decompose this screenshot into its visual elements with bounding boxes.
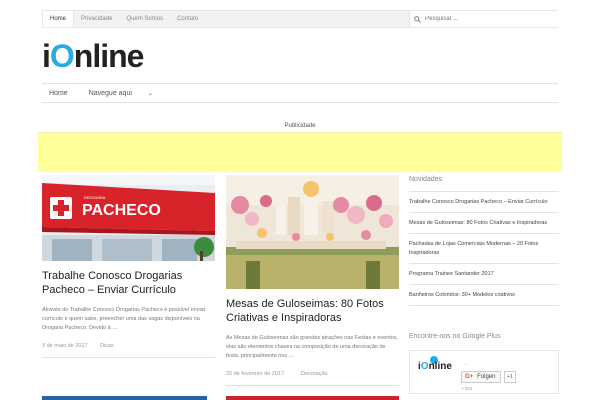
google-plus-title: Encontre-nos no Google Plus xyxy=(409,333,501,340)
main-nav-home[interactable]: Home xyxy=(42,90,75,97)
badge-logo[interactable]: iOnline xyxy=(418,361,452,372)
candy-table-image xyxy=(226,175,399,289)
badge-dots: ... xyxy=(464,361,469,367)
top-nav-privacidade[interactable]: Privacidade xyxy=(74,11,119,27)
google-plus-badge: iOnline ... G+ Folgen +1 + 331 xyxy=(409,350,559,394)
post-meta: 22 de fevereiro de 2017 Decoração xyxy=(226,371,399,386)
search-icon[interactable] xyxy=(414,15,421,23)
post-excerpt: As Mesas de Guloseimas são grandes atraç… xyxy=(226,335,399,359)
top-bar: Home Privacidade Quem Somos Contato xyxy=(42,10,558,28)
search-input[interactable] xyxy=(425,16,545,22)
ad-banner[interactable] xyxy=(38,132,562,172)
logo-text-prefix: i xyxy=(42,38,51,74)
recent-posts-list: Trabalhe Conosco Drogarias Pacheco – Env… xyxy=(409,192,559,306)
top-nav-quem-somos[interactable]: Quem Somos xyxy=(119,11,170,27)
post-card: Mesas de Guloseimas: 80 Fotos Criativas … xyxy=(226,175,399,386)
chevron-down-icon: ⌄ xyxy=(147,90,153,97)
post-category[interactable]: Dicas xyxy=(100,343,114,349)
site-logo[interactable]: iOnline xyxy=(42,38,145,74)
logo-text-suffix: nline xyxy=(73,38,145,74)
post-thumbnail[interactable] xyxy=(226,175,399,289)
google-plus-icon: G+ xyxy=(465,374,474,380)
post-date: 3 de maio de 2017 xyxy=(42,343,88,349)
follow-label: Folgen xyxy=(477,374,496,380)
next-post-thumbnail[interactable] xyxy=(42,396,207,400)
list-item[interactable]: Trabalhe Conosco Drogarias Pacheco – Env… xyxy=(409,192,559,213)
badge-logo-suffix: nline xyxy=(428,361,452,372)
ad-label: Publicidade xyxy=(284,123,316,129)
search-box xyxy=(409,11,558,27)
top-nav: Home Privacidade Quem Somos Contato xyxy=(43,11,205,27)
main-nav: Home Navegue aqui ⌄ xyxy=(42,83,558,103)
list-item[interactable]: Banheiros Coloridos: 30+ Modelos criativ… xyxy=(409,285,559,306)
list-item[interactable]: Programa Trainee Santander 2017 xyxy=(409,264,559,285)
badge-logo-o: O xyxy=(420,361,429,372)
main-nav-navegue[interactable]: Navegue aqui ⌄ xyxy=(75,90,167,97)
pharmacy-storefront-image: DROGARIA PACHECO xyxy=(42,175,215,261)
top-nav-contato[interactable]: Contato xyxy=(170,11,205,27)
pharmacy-sign-name: PACHECO xyxy=(82,202,161,219)
followers-count: + 331 xyxy=(461,386,473,391)
pharmacy-sign-brand: DROGARIA xyxy=(84,195,106,200)
next-post-thumbnail[interactable] xyxy=(226,396,399,400)
post-title[interactable]: Mesas de Guloseimas: 80 Fotos Criativas … xyxy=(226,297,399,325)
top-nav-home[interactable]: Home xyxy=(43,11,75,27)
list-item[interactable]: Pachadas de Lojas Comerciais Modernas – … xyxy=(409,234,559,264)
post-meta: 3 de maio de 2017 Dicas xyxy=(42,343,215,358)
plus-one-count[interactable]: +1 xyxy=(504,371,516,383)
main-nav-navegue-label: Navegue aqui xyxy=(88,89,132,97)
post-excerpt: Através do Trabalhe Conosco Drogarias Pa… xyxy=(42,307,206,331)
post-card: DROGARIA PACHECO Trabalhe Conosco Drogar… xyxy=(42,175,215,358)
sidebar-title: Novidades xyxy=(409,176,559,192)
google-plus-follow-button[interactable]: G+ Folgen xyxy=(461,371,501,383)
post-category[interactable]: Decoração xyxy=(301,371,328,377)
post-thumbnail[interactable]: DROGARIA PACHECO xyxy=(42,175,215,261)
sidebar-recent-posts: Novidades Trabalhe Conosco Drogarias Pac… xyxy=(409,176,559,306)
logo-text-o: O xyxy=(49,38,75,74)
post-date: 22 de fevereiro de 2017 xyxy=(226,371,285,377)
post-title[interactable]: Trabalhe Conosco Drogarias Pacheco – Env… xyxy=(42,269,215,297)
list-item[interactable]: Mesas de Guloseimas: 80 Fotos Criativas … xyxy=(409,213,559,234)
